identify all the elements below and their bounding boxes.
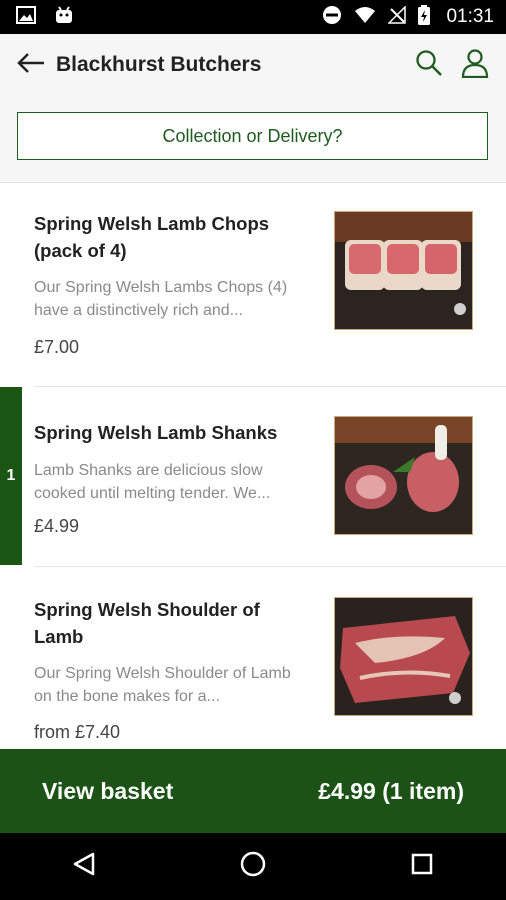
product-image-lamb-shanks — [334, 416, 473, 535]
circle-home-icon — [239, 850, 267, 883]
product-price: £4.99 — [34, 516, 80, 536]
signal-icon — [387, 4, 407, 29]
page-title: Blackhurst Butchers — [56, 53, 262, 76]
fulfilment-bar: Collection or Delivery? — [0, 96, 506, 183]
android-icon — [54, 5, 74, 30]
triangle-back-icon — [71, 851, 97, 882]
do-not-disturb-icon — [322, 5, 342, 30]
square-recents-icon — [410, 852, 434, 881]
system-nav-bar — [0, 833, 506, 900]
wifi-icon — [354, 6, 376, 29]
arrow-left-icon — [16, 51, 46, 80]
back-button[interactable] — [14, 48, 48, 82]
person-icon — [460, 48, 490, 83]
product-name: Spring Welsh Lamb Shanks — [34, 422, 278, 443]
list-item[interactable]: Spring Welsh Lamb Chops (pack of 4) Our … — [0, 183, 506, 387]
clock: 01:31 — [446, 6, 494, 27]
list-item[interactable]: Spring Welsh Lamb Shanks Lamb Shanks are… — [0, 387, 506, 567]
product-description: Lamb Shanks are delicious slow cooked un… — [34, 462, 271, 502]
battery-charging-icon — [418, 4, 431, 30]
view-basket-button[interactable]: View basket £4.99 (1 item) — [0, 749, 506, 833]
product-description: Our Spring Welsh Lambs Chops (4) have a … — [34, 279, 288, 319]
search-button[interactable] — [412, 48, 446, 82]
list-item[interactable]: Spring Welsh Shoulder of Lamb Our Spring… — [0, 567, 506, 749]
gallery-icon — [16, 5, 36, 29]
product-name: Spring Welsh Lamb Chops (pack of 4) — [34, 213, 270, 261]
account-button[interactable] — [458, 48, 492, 82]
product-list: Spring Welsh Lamb Chops (pack of 4) Our … — [0, 183, 506, 749]
product-description: Our Spring Welsh Shoulder of Lamb on the… — [34, 665, 291, 705]
nav-home-button[interactable] — [223, 842, 283, 892]
product-image-lamb-chops — [334, 211, 473, 330]
basket-total: £4.99 (1 item) — [318, 777, 464, 804]
nav-recents-button[interactable] — [392, 842, 452, 892]
product-price: from £7.40 — [34, 722, 121, 742]
collection-or-delivery-button[interactable]: Collection or Delivery? — [17, 112, 488, 160]
product-name: Spring Welsh Shoulder of Lamb — [34, 599, 260, 647]
basket-quantity-badge: 1 — [0, 387, 22, 565]
product-price: £7.00 — [34, 337, 80, 357]
app-header: Blackhurst Butchers — [0, 34, 506, 96]
search-icon — [415, 49, 443, 82]
product-image-lamb-shoulder — [334, 597, 473, 716]
nav-back-button[interactable] — [54, 842, 114, 892]
status-bar: 01:31 — [0, 0, 506, 34]
basket-label: View basket — [42, 777, 174, 804]
